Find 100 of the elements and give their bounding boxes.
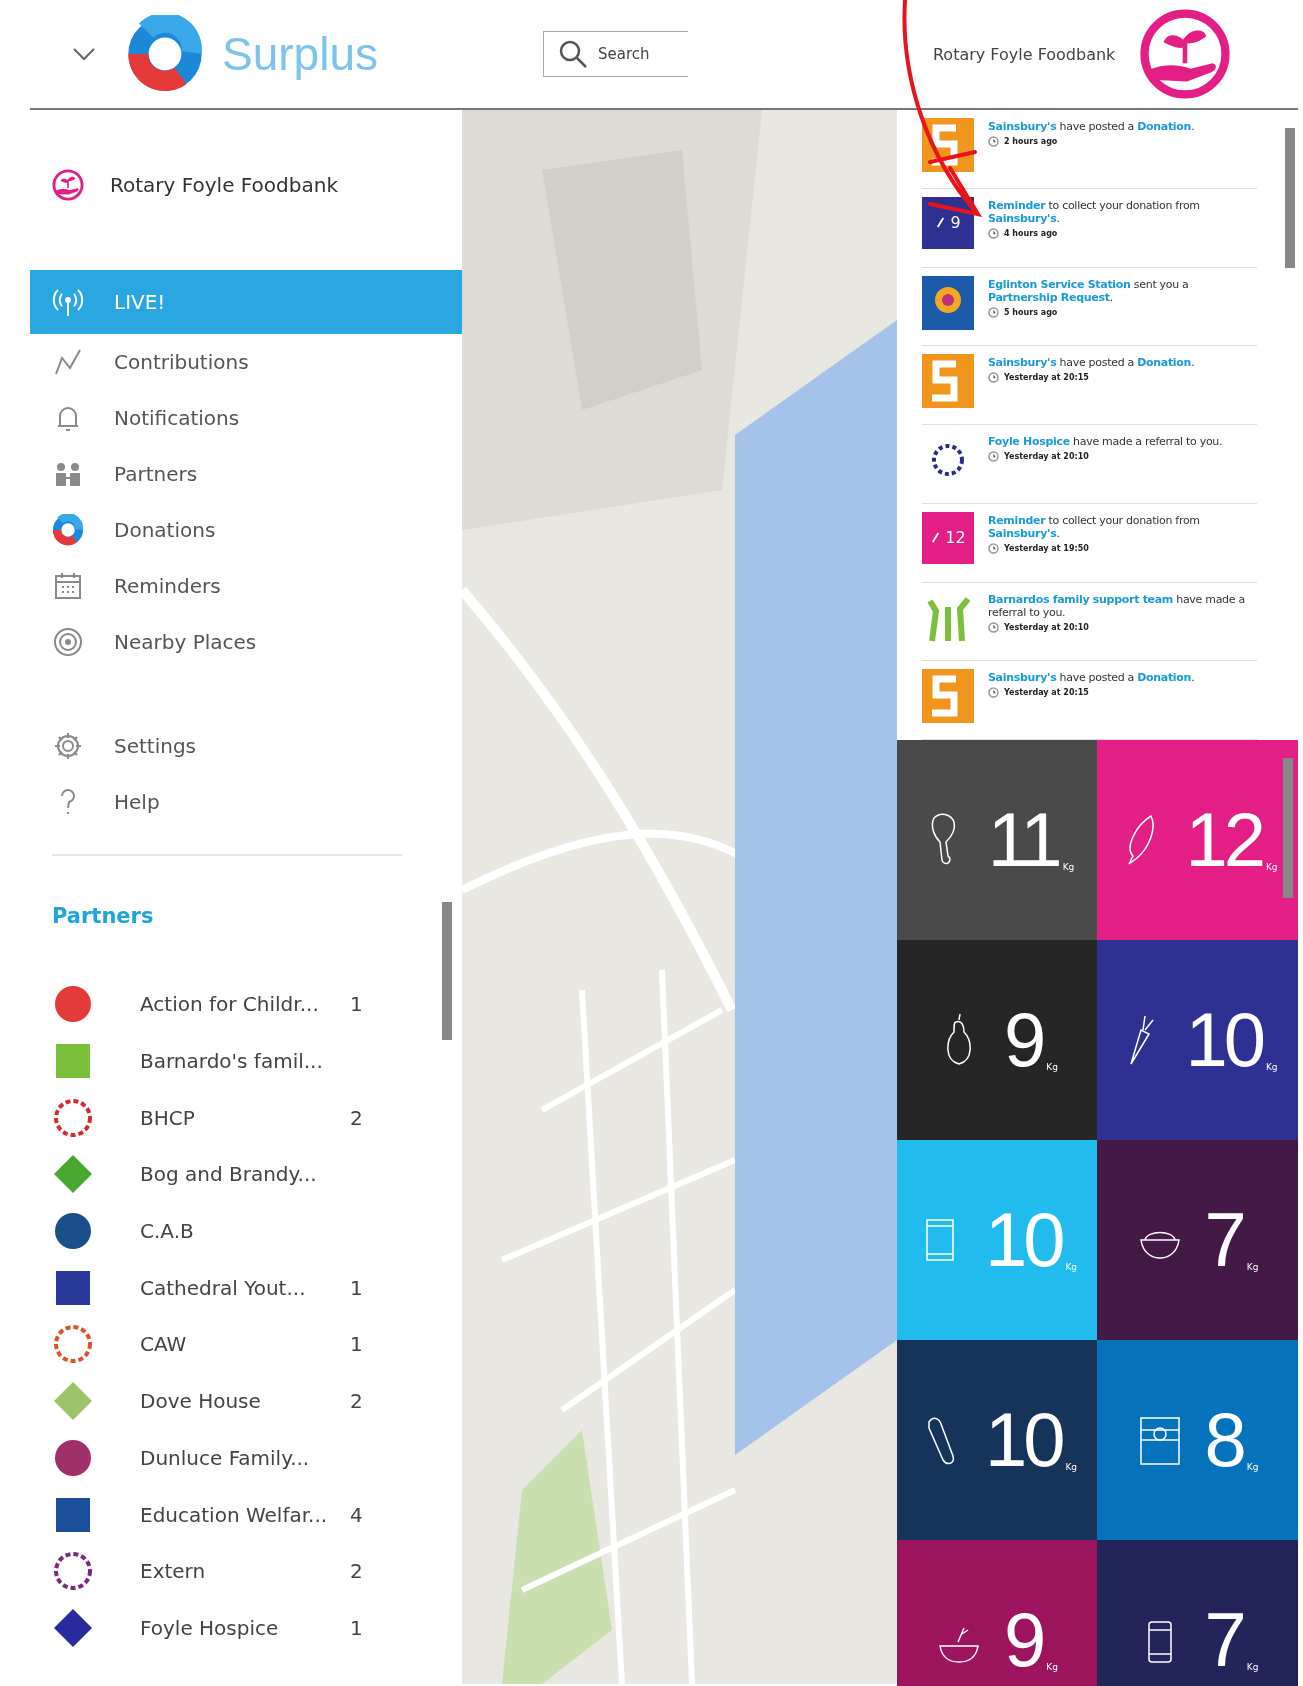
partner-item[interactable]: Barnardo's famil... — [30, 1032, 462, 1090]
weight-value: 12 — [1185, 802, 1262, 878]
food-tile[interactable]: 7 Kg — [1097, 1140, 1298, 1340]
weight-value: 9 — [1004, 1602, 1043, 1678]
notification-text: Eglinton Service Station sent you a Partnership Request. — [988, 277, 1190, 304]
partner-item[interactable]: C.A.B — [30, 1202, 462, 1260]
scrollbar[interactable] — [1283, 758, 1293, 898]
partner-name: Dove House — [140, 1389, 262, 1414]
partner-name: Education Welfar... — [140, 1502, 329, 1527]
nav-item[interactable]: Help — [30, 774, 462, 830]
store-logo — [922, 354, 974, 409]
nav-item[interactable]: Nearby Places — [30, 614, 462, 670]
partner-count: 1 — [350, 1275, 363, 1300]
partner-count: 2 — [350, 1105, 363, 1130]
weight-value: 7 — [1204, 1202, 1243, 1278]
partner-count: 2 — [350, 1559, 363, 1584]
nav-item[interactable]: Partners — [30, 446, 462, 502]
nav-item[interactable]: Contributions — [30, 334, 462, 390]
partner-item[interactable]: Extern 2 — [30, 1542, 462, 1600]
app-name: Surplus — [222, 27, 378, 81]
clock-icon — [988, 306, 999, 318]
antenna-icon — [52, 286, 84, 318]
food-tile[interactable]: 7 Kg — [1097, 1540, 1298, 1686]
weight-value: 10 — [984, 1202, 1062, 1278]
timestamp: Yesterday at 19:50 — [1004, 543, 1089, 553]
clock-icon — [988, 227, 999, 239]
nav-item[interactable]: Reminders — [30, 558, 462, 614]
store-logo — [922, 669, 974, 724]
thumbnail-value: 9 — [950, 213, 961, 233]
notification-item[interactable]: Foyle Hospice have made a referral to you. Yesterday at 20:10 — [922, 425, 1257, 504]
partner-name: Bog and Brandy... — [140, 1162, 318, 1187]
food-tile[interactable]: 12 Kg — [1097, 740, 1298, 940]
timestamp: Yesterday at 20:15 — [1004, 688, 1089, 698]
partner-name: BHCP — [140, 1105, 196, 1130]
clock-icon — [988, 372, 999, 384]
weight-value: 10 — [984, 1402, 1062, 1478]
partner-name: Cathedral Yout... — [140, 1275, 307, 1300]
food-tile[interactable]: 10 Kg — [897, 1340, 1097, 1540]
partner-item[interactable]: Bog and Brandy... — [30, 1146, 462, 1203]
partner-name: Extern — [140, 1559, 207, 1584]
partner-name: Barnardo's famil... — [140, 1049, 324, 1074]
notification-text: Sainsbury's have posted a Donation. — [988, 356, 1195, 370]
clock-icon — [988, 451, 999, 462]
weight-unit: Kg — [1046, 1662, 1058, 1672]
partner-count: 1 — [350, 1615, 363, 1640]
partner-count: 1 — [350, 1332, 363, 1357]
station-logo — [922, 275, 974, 330]
thumbnail-value: 12 — [945, 528, 966, 548]
partner-name: Action for Childr... — [140, 992, 320, 1017]
scrollbar[interactable] — [442, 902, 452, 1040]
food-tile[interactable]: 8 Kg — [1097, 1340, 1298, 1540]
clock-icon — [988, 621, 999, 633]
partner-item[interactable]: Cathedral Yout... 1 — [30, 1259, 462, 1317]
partner-name: Foyle Hospice — [140, 1615, 280, 1640]
weight-unit: Kg — [1246, 1462, 1259, 1472]
notification-text: Reminder to collect your donation from Sainsbury's. — [988, 198, 1201, 225]
timestamp: Yesterday at 20:15 — [1004, 373, 1089, 383]
partner-count: 2 — [350, 1389, 363, 1414]
weight-value: 8 — [1204, 1402, 1243, 1478]
partner-item[interactable]: Dove House 2 — [30, 1372, 462, 1430]
notification-item[interactable]: Barnardos family support team have made a referral to you. Yesterday at 20:10 — [922, 582, 1257, 662]
organization-logo[interactable] — [1139, 8, 1232, 100]
notification-text: Foyle Hospice have made a referral to you. — [988, 435, 1223, 448]
organization-name: Rotary Foyle Foodbank — [932, 44, 1116, 64]
food-tile[interactable]: 9 Kg — [897, 1540, 1097, 1686]
weight-unit: Kg — [1265, 862, 1278, 872]
nav-item[interactable]: Donations — [30, 502, 462, 558]
partner-item[interactable]: Foyle Hospice 1 — [30, 1599, 462, 1657]
scrollbar[interactable] — [1285, 128, 1295, 268]
partner-item[interactable]: Education Welfar... 4 — [30, 1486, 462, 1543]
weight-unit: Kg — [1046, 1062, 1058, 1072]
clock-icon — [988, 542, 999, 554]
partner-item[interactable]: BHCP 2 — [30, 1089, 462, 1147]
target-icon — [52, 626, 84, 658]
food-tile[interactable]: 11 Kg — [897, 740, 1097, 940]
timestamp: 2 hours ago — [1004, 137, 1058, 146]
section-heading: Partners — [52, 904, 155, 928]
weight-unit: Kg — [1062, 862, 1075, 872]
partner-name: C.A.B — [140, 1219, 195, 1244]
weight-unit: Kg — [1246, 1262, 1259, 1272]
food-tile[interactable]: 9 Kg — [897, 940, 1097, 1140]
notification-text: Sainsbury's have posted a Donation. — [988, 671, 1195, 685]
nav-item[interactable]: Notifications — [30, 390, 462, 446]
partner-item[interactable]: CAW 1 — [30, 1316, 462, 1373]
partner-item[interactable]: Dunluce Family... — [30, 1429, 462, 1487]
weight-unit: Kg — [1065, 1462, 1078, 1472]
nav-item[interactable]: Settings — [30, 718, 462, 774]
weight-value: 7 — [1204, 1602, 1243, 1678]
weight-value: 11 — [987, 802, 1059, 878]
weight-unit: Kg — [1265, 1062, 1278, 1072]
timestamp: Yesterday at 20:10 — [1004, 452, 1089, 461]
weight-value: 10 — [1185, 1002, 1262, 1078]
partner-name: Dunluce Family... — [140, 1445, 311, 1470]
food-tile[interactable]: 10 Kg — [1097, 940, 1298, 1140]
chevron-icon[interactable] — [72, 47, 96, 61]
partner-item[interactable]: Action for Childr... 1 — [30, 976, 462, 1033]
ring-icon — [52, 514, 84, 546]
organization-name: Rotary Foyle Foodbank — [110, 173, 338, 197]
search-field[interactable]: Search — [542, 31, 688, 77]
weight-unit: Kg — [1065, 1262, 1078, 1272]
